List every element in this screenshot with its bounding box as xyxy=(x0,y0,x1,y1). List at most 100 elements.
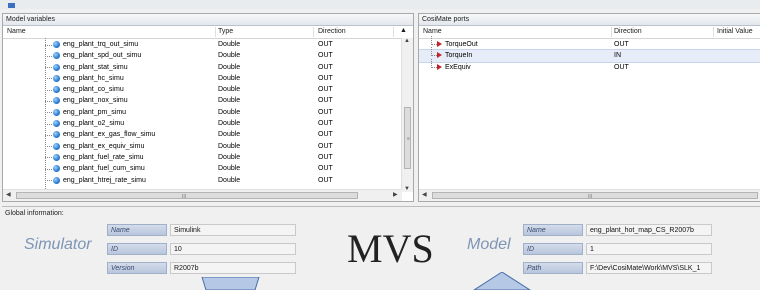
scroll-grip: III xyxy=(588,194,593,200)
model-id-value: 1 xyxy=(586,243,712,255)
model-arrow-graphic xyxy=(473,272,531,290)
tree-branch xyxy=(45,134,52,136)
sort-up-icon[interactable]: ▲ xyxy=(400,27,407,34)
port-row[interactable]: TorqueOut OUT xyxy=(419,36,760,50)
scroll-thumb[interactable]: ≡ xyxy=(404,107,411,169)
column-header-name[interactable]: Name xyxy=(423,28,442,35)
variable-direction: OUT xyxy=(318,165,333,173)
simulator-id-value: 10 xyxy=(170,243,296,255)
vertical-scrollbar[interactable]: ▲ ≡ ▼ xyxy=(401,38,413,192)
port-direction: IN xyxy=(614,52,621,60)
port-row[interactable]: TorqueIn IN xyxy=(419,47,760,63)
table-row[interactable]: eng_plant_htrej_rate_simu Double OUT xyxy=(3,175,413,186)
tree-branch xyxy=(45,123,52,125)
globe-icon xyxy=(53,153,60,161)
model-variables-header: Name Type Direction ▲ xyxy=(3,26,413,39)
port-name: ExEquiv xyxy=(445,63,471,71)
simulator-id-label: ID xyxy=(107,243,167,255)
model-id-label: ID xyxy=(523,243,583,255)
table-row[interactable]: eng_plant_spd_out_simu Double OUT xyxy=(3,50,413,61)
scroll-left-icon[interactable]: ◀ xyxy=(422,191,427,198)
column-header-name[interactable]: Name xyxy=(7,28,26,35)
scroll-up-icon[interactable]: ▲ xyxy=(404,38,410,44)
globe-icon xyxy=(53,131,60,139)
globe-icon xyxy=(53,52,60,60)
port-direction: OUT xyxy=(614,41,629,48)
globe-icon xyxy=(53,176,60,184)
variable-name: eng_plant_spd_out_simu xyxy=(63,52,142,60)
variable-type: Double xyxy=(218,131,241,139)
column-separator[interactable] xyxy=(611,27,612,37)
model-path-label: Path xyxy=(523,262,583,274)
column-separator[interactable] xyxy=(393,27,394,37)
cosimate-ports-title: CosiMate ports xyxy=(419,14,760,26)
column-header-direction[interactable]: Direction xyxy=(318,28,346,35)
column-separator[interactable] xyxy=(313,27,314,37)
horizontal-scrollbar[interactable]: ◀ III xyxy=(419,189,760,201)
port-row[interactable]: ExEquiv OUT xyxy=(419,58,760,73)
scroll-down-icon[interactable]: ▼ xyxy=(404,186,410,192)
table-row[interactable]: eng_plant_o2_simu Double OUT xyxy=(3,118,413,129)
arrow-port-icon xyxy=(429,58,442,73)
model-name-value: eng_plant_hot_map_CS_R2007b xyxy=(586,224,712,236)
tree-branch xyxy=(45,55,52,57)
scroll-thumb[interactable]: III xyxy=(16,192,358,200)
port-name: TorqueIn xyxy=(445,52,473,60)
table-row[interactable]: eng_plant_fuel_rate_simu Double OUT xyxy=(3,152,413,163)
table-row[interactable]: eng_plant_fuel_cum_simu Double OUT xyxy=(3,163,413,174)
variable-type: Double xyxy=(218,176,241,184)
variable-name: eng_plant_ex_gas_flow_simu xyxy=(63,131,156,139)
cosimate-ports-header: Name Direction Initial Value xyxy=(419,26,760,39)
column-header-direction[interactable]: Direction xyxy=(614,28,642,35)
variable-name: eng_plant_o2_simu xyxy=(63,120,125,128)
table-row[interactable]: eng_plant_hc_simu Double OUT xyxy=(3,73,413,84)
column-separator[interactable] xyxy=(215,27,216,37)
port-name: TorqueOut xyxy=(445,41,478,48)
tree-branch xyxy=(45,78,52,80)
model-variables-list: eng_plant_trq_out_simu Double OUT eng_plant… xyxy=(3,39,413,186)
global-information-section: Global information: Simulator Name Simul… xyxy=(2,206,760,290)
variable-direction: OUT xyxy=(318,120,333,128)
scroll-right-icon[interactable]: ▶ xyxy=(393,191,398,198)
tree-branch xyxy=(45,44,52,46)
table-row[interactable]: eng_plant_pm_simu Double OUT xyxy=(3,107,413,118)
variable-type: Double xyxy=(218,142,241,150)
model-heading: Model xyxy=(467,236,511,253)
port-direction: OUT xyxy=(614,63,629,71)
variable-type: Double xyxy=(218,153,241,161)
window-top-strip xyxy=(0,0,760,9)
variable-direction: OUT xyxy=(318,108,333,116)
variable-name: eng_plant_hc_simu xyxy=(63,74,124,82)
variable-name: eng_plant_pm_simu xyxy=(63,108,127,116)
variable-name: eng_plant_fuel_rate_simu xyxy=(63,153,144,161)
column-separator[interactable] xyxy=(713,27,714,37)
variable-name: eng_plant_trq_out_simu xyxy=(63,41,139,48)
column-header-type[interactable]: Type xyxy=(218,28,233,35)
model-variables-panel: Model variables Name Type Direction ▲ en… xyxy=(2,13,414,202)
cosimate-ports-list: TorqueOut OUT TorqueIn IN ExEquiv OUT xyxy=(419,36,760,73)
variable-name: eng_plant_stat_simu xyxy=(63,63,128,71)
horizontal-scrollbar[interactable]: ◀ III ▶ xyxy=(3,189,402,201)
variable-direction: OUT xyxy=(318,74,333,82)
tree-branch xyxy=(45,180,52,182)
variable-direction: OUT xyxy=(318,52,333,60)
scroll-thumb[interactable]: III xyxy=(432,192,758,200)
variable-type: Double xyxy=(218,63,241,71)
variable-type: Double xyxy=(218,52,241,60)
table-row[interactable]: eng_plant_ex_gas_flow_simu Double OUT xyxy=(3,129,413,140)
model-variables-title: Model variables xyxy=(3,14,413,26)
globe-icon xyxy=(53,86,60,94)
globe-icon xyxy=(53,97,60,105)
tree-branch xyxy=(45,112,52,114)
globe-icon xyxy=(53,108,60,116)
table-row[interactable]: eng_plant_ex_equiv_simu Double OUT xyxy=(3,141,413,152)
table-row[interactable]: eng_plant_trq_out_simu Double OUT xyxy=(3,39,413,50)
table-row[interactable]: eng_plant_co_simu Double OUT xyxy=(3,84,413,95)
table-row[interactable]: eng_plant_stat_simu Double OUT xyxy=(3,62,413,73)
variable-direction: OUT xyxy=(318,142,333,150)
table-row[interactable]: eng_plant_nox_simu Double OUT xyxy=(3,95,413,106)
scroll-left-icon[interactable]: ◀ xyxy=(6,191,11,198)
variable-name: eng_plant_htrej_rate_simu xyxy=(63,176,146,184)
tree-branch xyxy=(45,157,52,159)
column-header-initial-value[interactable]: Initial Value xyxy=(717,28,753,35)
